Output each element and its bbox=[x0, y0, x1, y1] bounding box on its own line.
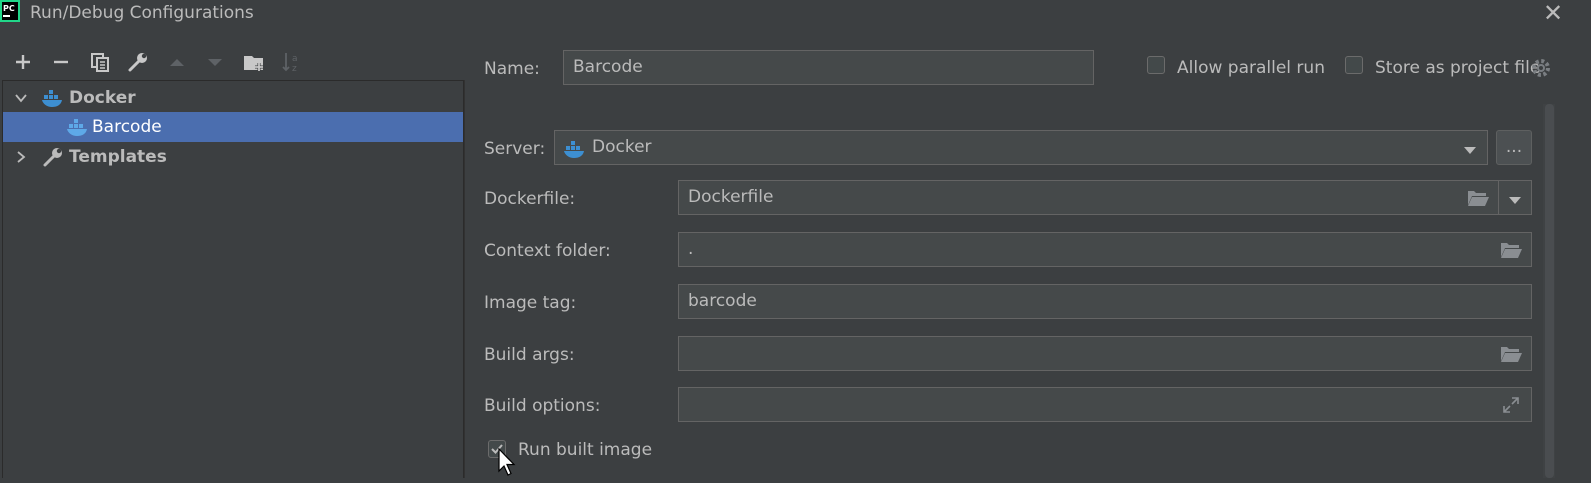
expand-icon[interactable] bbox=[1501, 395, 1521, 420]
folder-open-icon[interactable] bbox=[1499, 240, 1523, 265]
chevron-down-icon[interactable] bbox=[14, 91, 28, 105]
tree-item-label: Templates bbox=[69, 147, 167, 167]
store-project-label[interactable]: Store as project file bbox=[1375, 58, 1540, 78]
svg-text:a: a bbox=[292, 54, 298, 64]
server-label: Server: bbox=[484, 139, 546, 159]
run-built-image-label[interactable]: Run built image bbox=[518, 440, 652, 460]
build-args-field[interactable] bbox=[678, 336, 1532, 371]
pycharm-logo-icon: PC bbox=[0, 0, 20, 22]
context-folder-field[interactable]: . bbox=[678, 232, 1532, 267]
svg-text:z: z bbox=[292, 64, 297, 74]
wrench-icon bbox=[41, 146, 65, 173]
allow-parallel-checkbox[interactable] bbox=[1147, 56, 1165, 74]
new-folder-icon[interactable] bbox=[242, 50, 266, 74]
tree-item-barcode[interactable]: Barcode bbox=[3, 112, 463, 142]
configuration-tree: Docker Barcode Templates bbox=[2, 80, 464, 478]
allow-parallel-label[interactable]: Allow parallel run bbox=[1177, 58, 1325, 78]
gear-icon[interactable] bbox=[1530, 57, 1552, 84]
close-icon[interactable]: ✕ bbox=[1543, 0, 1563, 26]
server-select[interactable]: Docker bbox=[554, 130, 1488, 165]
move-down-icon bbox=[203, 50, 227, 74]
store-project-checkbox[interactable] bbox=[1345, 56, 1363, 74]
dropdown-arrow-icon[interactable] bbox=[1462, 142, 1478, 162]
field-divider bbox=[1498, 181, 1499, 214]
name-field[interactable]: Barcode bbox=[563, 50, 1094, 85]
server-browse-button[interactable]: ... bbox=[1496, 130, 1532, 165]
copy-icon[interactable] bbox=[88, 50, 112, 74]
panel-splitter[interactable] bbox=[464, 80, 465, 478]
folder-open-icon[interactable] bbox=[1499, 344, 1523, 369]
docker-icon bbox=[563, 138, 587, 165]
context-folder-label: Context folder: bbox=[484, 241, 611, 261]
window-title: Run/Debug Configurations bbox=[30, 3, 254, 23]
dockerfile-field[interactable]: Dockerfile bbox=[678, 180, 1532, 215]
add-icon[interactable] bbox=[11, 50, 35, 74]
server-value: Docker bbox=[592, 137, 652, 157]
docker-icon bbox=[66, 116, 90, 143]
dockerfile-label: Dockerfile: bbox=[484, 189, 576, 209]
build-args-label: Build args: bbox=[484, 345, 575, 365]
image-tag-label: Image tag: bbox=[484, 293, 577, 313]
chevron-right-icon[interactable] bbox=[14, 150, 28, 164]
folder-open-icon[interactable] bbox=[1466, 188, 1490, 213]
tree-item-label: Barcode bbox=[92, 117, 162, 137]
tree-item-docker[interactable]: Docker bbox=[3, 83, 463, 113]
dropdown-arrow-icon[interactable] bbox=[1507, 192, 1523, 212]
move-up-icon bbox=[165, 50, 189, 74]
docker-icon bbox=[41, 87, 65, 114]
remove-icon[interactable] bbox=[49, 50, 73, 74]
name-label: Name: bbox=[484, 59, 540, 79]
wrench-icon[interactable] bbox=[126, 50, 150, 74]
logo-text: PC bbox=[3, 4, 15, 13]
tree-item-templates[interactable]: Templates bbox=[3, 142, 463, 172]
tree-item-label: Docker bbox=[69, 88, 136, 108]
scrollbar-thumb[interactable] bbox=[1545, 104, 1554, 478]
sort-az-icon: az bbox=[280, 50, 304, 74]
build-options-field[interactable] bbox=[678, 387, 1532, 422]
image-tag-field[interactable]: barcode bbox=[678, 284, 1532, 319]
build-options-label: Build options: bbox=[484, 396, 601, 416]
